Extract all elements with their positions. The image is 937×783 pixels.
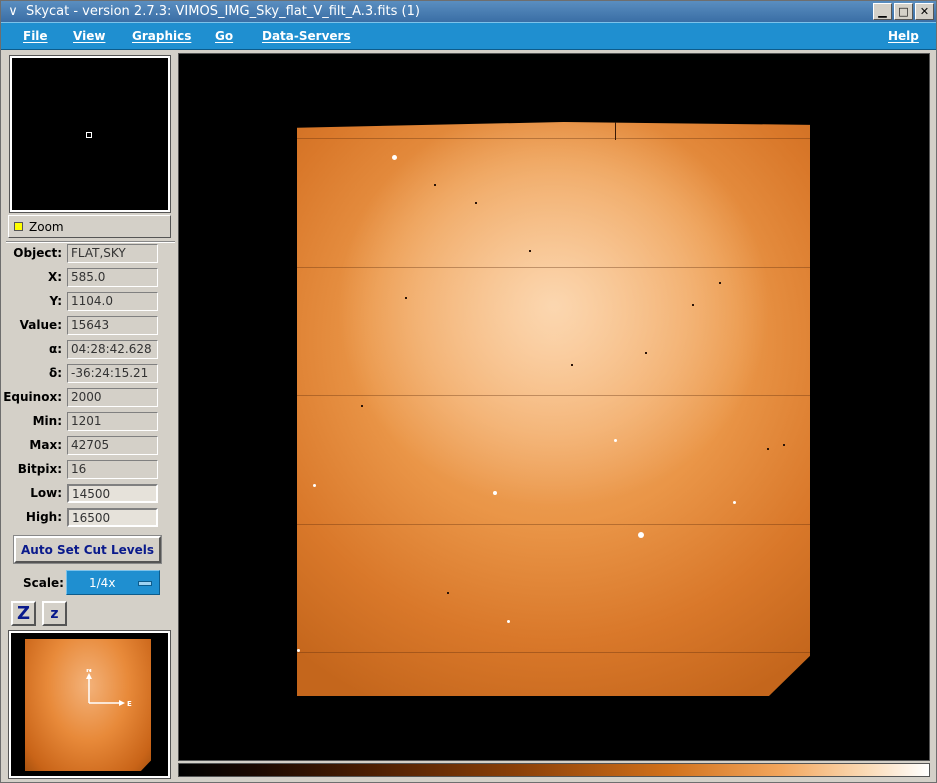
auto-set-cut-levels-button[interactable]: Auto Set Cut Levels — [13, 535, 162, 564]
object-label: Object: — [13, 246, 62, 260]
menu-data-servers[interactable]: Data-Servers — [262, 29, 351, 43]
bad-pixel — [361, 405, 363, 407]
bitpix-label: Bitpix: — [17, 462, 62, 476]
low-label: Low: — [30, 486, 62, 500]
bad-pixel — [767, 448, 769, 450]
equinox-row: Equinox: 2000 — [3, 387, 175, 409]
zoom-label: Zoom — [29, 219, 64, 234]
detector-row-artifact — [297, 138, 810, 139]
max-label: Max: — [29, 438, 62, 452]
colorbar[interactable] — [178, 763, 930, 777]
minimize-button[interactable]: ▁ — [873, 3, 892, 20]
delta-row: δ: -36:24:15.21 — [6, 363, 175, 385]
equinox-label: Equinox: — [3, 390, 62, 404]
star — [638, 532, 644, 538]
bad-pixel — [692, 304, 694, 306]
detector-row-artifact — [297, 395, 810, 396]
object-row: Object: FLAT,SKY — [6, 243, 175, 265]
window-menu-icon[interactable]: ∨ — [4, 3, 22, 21]
fits-image[interactable] — [297, 122, 810, 696]
menu-help[interactable]: Help — [888, 29, 919, 43]
max-value: 42705 — [67, 436, 158, 455]
image-thumbnail[interactable]: N E — [8, 630, 171, 779]
image-display-canvas[interactable] — [178, 53, 930, 761]
close-button[interactable]: ✕ — [915, 3, 934, 20]
zoom-checkbox[interactable] — [14, 222, 23, 231]
min-value: 1201 — [67, 412, 158, 431]
high-row: High: 16500 — [6, 507, 175, 529]
column-artifact — [615, 122, 616, 140]
bad-pixel — [719, 282, 721, 284]
bad-pixel — [475, 202, 477, 204]
bitpix-value: 16 — [67, 460, 158, 479]
bitpix-row: Bitpix: 16 — [6, 459, 175, 481]
pan-window[interactable] — [9, 55, 171, 213]
scale-menu-button[interactable]: 1/4x — [66, 570, 160, 595]
star — [507, 620, 510, 623]
pan-region-box[interactable] — [86, 132, 92, 138]
menu-go[interactable]: Go — [215, 29, 233, 43]
pixel-value: 15643 — [67, 316, 158, 335]
menu-view[interactable]: View — [73, 29, 105, 43]
high-label: High: — [25, 510, 62, 524]
star — [297, 649, 300, 652]
alpha-value: 04:28:42.628 — [67, 340, 158, 359]
bad-pixel — [783, 444, 785, 446]
scale-value: 1/4x — [89, 575, 116, 590]
bad-pixel — [447, 592, 449, 594]
value-row: Value: 15643 — [6, 315, 175, 337]
bad-pixel — [571, 364, 573, 366]
low-row: Low: 14500 — [6, 483, 175, 505]
menu-graphics[interactable]: Graphics — [132, 29, 191, 43]
detector-row-artifact — [297, 524, 810, 525]
alpha-label: α: — [48, 342, 62, 356]
delta-label: δ: — [48, 366, 62, 380]
control-panel: Zoom Object: FLAT,SKY X: 585.0 Y: 1104.0… — [3, 53, 175, 779]
x-label: X: — [47, 270, 62, 284]
scale-label: Scale: — [23, 576, 64, 590]
min-row: Min: 1201 — [6, 411, 175, 433]
y-row: Y: 1104.0 — [6, 291, 175, 313]
bad-pixel — [434, 184, 436, 186]
zoom-out-button[interactable]: z — [42, 601, 67, 626]
star — [614, 439, 617, 442]
title-bar: ∨ Skycat - version 2.7.3: VIMOS_IMG_Sky_… — [1, 1, 936, 22]
bad-pixel — [645, 352, 647, 354]
compass-east: E — [127, 700, 132, 708]
bad-pixel — [529, 250, 531, 252]
star — [733, 501, 736, 504]
low-cut-input[interactable]: 14500 — [67, 484, 158, 503]
window-title: Skycat - version 2.7.3: VIMOS_IMG_Sky_fl… — [26, 4, 420, 19]
x-value: 585.0 — [67, 268, 158, 287]
star — [392, 155, 397, 160]
zoom-toggle[interactable]: Zoom — [8, 215, 171, 238]
compass-icon: N E — [86, 669, 132, 708]
x-row: X: 585.0 — [6, 267, 175, 289]
star — [503, 729, 507, 733]
compass-north: N — [86, 669, 92, 674]
min-label: Min: — [32, 414, 62, 428]
high-cut-input[interactable]: 16500 — [67, 508, 158, 527]
value-label: Value: — [19, 318, 62, 332]
zoom-in-button[interactable]: Z — [11, 601, 36, 626]
object-value: FLAT,SKY — [67, 244, 158, 263]
bad-pixel — [405, 297, 407, 299]
equinox-value: 2000 — [67, 388, 158, 407]
y-label: Y: — [49, 294, 62, 308]
detector-row-artifact — [297, 267, 810, 268]
skycat-window: ∨ Skycat - version 2.7.3: VIMOS_IMG_Sky_… — [0, 0, 937, 783]
zoom-out-label: z — [50, 605, 59, 622]
delta-value: -36:24:15.21 — [67, 364, 158, 383]
max-row: Max: 42705 — [6, 435, 175, 457]
menu-file[interactable]: File — [23, 29, 48, 43]
maximize-button[interactable]: □ — [894, 3, 913, 20]
zoom-in-label: Z — [16, 603, 31, 624]
alpha-row: α: 04:28:42.628 — [6, 339, 175, 361]
star — [493, 491, 497, 495]
detector-row-artifact — [297, 652, 810, 653]
y-value: 1104.0 — [67, 292, 158, 311]
option-menu-indicator-icon — [138, 581, 152, 586]
menu-bar: File View Graphics Go Data-Servers Help — [1, 22, 936, 50]
star — [313, 484, 316, 487]
